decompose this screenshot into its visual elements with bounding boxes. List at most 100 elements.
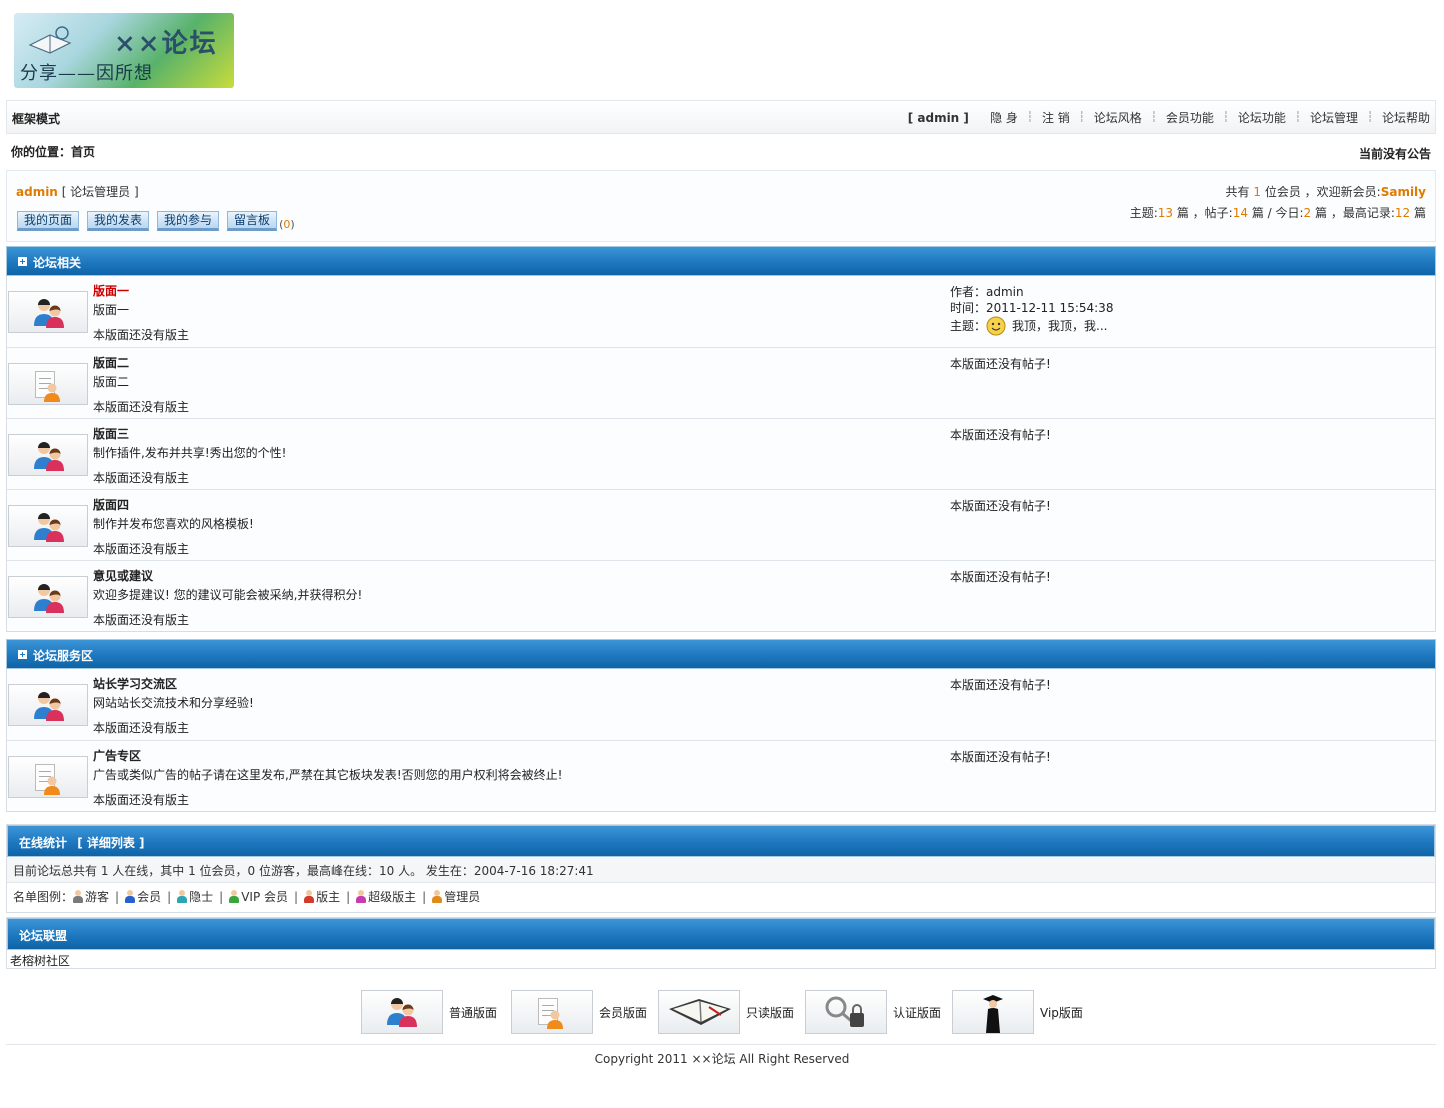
nav-forum-admin[interactable]: 论坛管理 (1310, 109, 1358, 126)
forum-name-link[interactable]: 版面三 (93, 425, 129, 442)
forum-row: 站长学习交流区 网站站长交流技术和分享经验! 本版面还没有版主 本版面还没有帖子… (7, 669, 1435, 740)
legend-separator: | (167, 889, 172, 904)
section-title: 论坛服务区 (33, 649, 94, 663)
online-detail-link[interactable]: [ 详细列表 ] (77, 836, 144, 850)
forum-row: 版面四 制作并发布您喜欢的风格模板! 本版面还没有版主 本版面还没有帖子! (7, 489, 1435, 560)
nav-forum-style[interactable]: 论坛风格 (1094, 109, 1142, 126)
admin-icon (432, 890, 443, 903)
forum-list: 站长学习交流区 网站站长交流技术和分享经验! 本版面还没有版主 本版面还没有帖子… (6, 669, 1436, 812)
section-header[interactable]: 论坛服务区 (6, 639, 1436, 669)
legend-label: Vip版面 (1040, 1006, 1083, 1020)
legend-label: 只读版面 (746, 1006, 795, 1020)
forum-desc: 广告或类似广告的帖子请在这里发布,严禁在其它板块发表!否则您的用户权利将会被终止… (93, 768, 563, 782)
nav-member-functions[interactable]: 会员功能 (1166, 109, 1214, 126)
online-stats: 在线统计 [ 详细列表 ] 目前论坛总共有 1 人在线，其中 1 位会员，0 位… (6, 824, 1436, 913)
nav-separator: ┆ (1294, 112, 1301, 123)
my-participation-button[interactable]: 我的参与 (157, 211, 220, 231)
union-title: 论坛联盟 (19, 929, 68, 943)
forum-union: 论坛联盟 老榕树社区 (6, 917, 1436, 969)
legend-label: 会员版面 (599, 1006, 648, 1020)
forum-moderator: 本版面还没有版主 (93, 400, 190, 414)
legend-vip: VIP 会员 (241, 890, 289, 904)
nav-hide[interactable]: 隐 身 (990, 109, 1018, 126)
breadcrumb[interactable]: 你的位置：首页 (11, 143, 95, 160)
forum-moderator: 本版面还没有版主 (93, 542, 190, 556)
last-post-time: 时间：2011-12-11 15:54:38 (950, 301, 1114, 315)
legend-guest: 游客 (85, 890, 110, 904)
legend-separator: | (219, 889, 224, 904)
vip-member-icon (229, 890, 240, 903)
member-doc-icon (511, 990, 593, 1034)
forum-row: 版面一 版面一 本版面还没有版主 作者：admin 时间：2011-12-11 … (7, 276, 1435, 347)
forum-moderator: 本版面还没有版主 (93, 613, 190, 627)
legend-separator: | (115, 889, 120, 904)
last-post-topic-link[interactable]: 我顶，我顶，我... (1012, 318, 1107, 334)
logo-slogan: 分享——因所想 (20, 63, 153, 84)
collapse-icon[interactable] (18, 650, 27, 659)
users-icon (361, 990, 443, 1034)
smiley-icon (986, 316, 1006, 336)
logo-title: ××论坛 (114, 29, 218, 59)
hermit-icon (177, 890, 188, 903)
user-info: admin [ 论坛管理员 ] (16, 183, 139, 200)
legend-separator: | (346, 889, 351, 904)
post-stats: 主题:13 篇 ，帖子:14 篇 / 今日:2 篇 ，最高记录:12 篇 (1129, 206, 1426, 220)
frame-mode-link[interactable]: 框架模式 (12, 110, 60, 127)
section-forum-service: 论坛服务区 站长学习交流区 网站站长交流技术和分享经验! 本版面还没有版主 本版… (6, 639, 1436, 812)
member-stats: 共有 1 位会员 ，欢迎新会员:Samily (1225, 185, 1426, 199)
key-lock-icon (805, 990, 887, 1034)
top-nav-links: [ admin ] 隐 身 ┆ 注 销 ┆ 论坛风格 ┆ 会员功能 ┆ 论坛功能… (908, 109, 1430, 126)
section-header[interactable]: 论坛相关 (6, 246, 1436, 276)
forum-name-link[interactable]: 版面一 (93, 282, 129, 299)
legend-separator: | (294, 889, 299, 904)
nav-separator: ┆ (1078, 112, 1085, 123)
forum-moderator: 本版面还没有版主 (93, 471, 190, 485)
last-post-author: 作者：admin (950, 285, 1024, 299)
section-forum-related: 论坛相关 版面一 版面一 本版面还没有版主 作者：admin 时间：2011-1… (6, 246, 1436, 632)
users-icon (8, 434, 88, 476)
copyright: Copyright 2011 ××论坛 All Right Reserved (594, 1052, 850, 1066)
online-header: 在线统计 [ 详细列表 ] (7, 825, 1435, 857)
collapse-icon[interactable] (18, 257, 27, 266)
user-legend: 名单图例： 游客 | 会员 | 隐士 | VIP 会员 | 版主 | 超级版主 … (13, 888, 480, 905)
union-link[interactable]: 老榕树社区 (10, 952, 70, 969)
nav-separator: ┆ (1026, 112, 1033, 123)
user-role: [ 论坛管理员 ] (61, 185, 139, 199)
notebook-icon (658, 990, 740, 1034)
forum-desc: 版面二 (93, 375, 130, 389)
forum-row: 版面三 制作插件,发布并共享!秀出您的个性! 本版面还没有版主 本版面还没有帖子… (7, 418, 1435, 489)
forum-desc: 欢迎多提建议! 您的建议可能会被采纳,并获得积分! (93, 588, 363, 602)
forum-logo[interactable]: ××论坛 分享——因所想 (14, 13, 234, 88)
legend-label: 认证版面 (893, 1006, 942, 1020)
my-page-button[interactable]: 我的页面 (17, 211, 80, 231)
book-icon (28, 26, 72, 54)
board-legend: 普通版面 会员版面 只读版面 认证版面 Vip版面 (360, 990, 1090, 1034)
username-link[interactable]: admin (16, 185, 58, 199)
forum-desc: 版面一 (93, 303, 130, 317)
legend-hermit: 隐士 (189, 890, 214, 904)
newest-member-link[interactable]: Samily (1381, 185, 1426, 199)
my-posts-button[interactable]: 我的发表 (87, 211, 150, 231)
no-posts-text: 本版面还没有帖子! (950, 357, 1051, 371)
legend-label: 普通版面 (449, 1006, 498, 1020)
forum-name-link[interactable]: 广告专区 (93, 747, 141, 764)
nav-forum-help[interactable]: 论坛帮助 (1382, 109, 1430, 126)
nav-separator: ┆ (1150, 112, 1157, 123)
nav-user-admin[interactable]: [ admin ] (908, 111, 969, 125)
forum-name-link[interactable]: 版面四 (93, 496, 129, 513)
nav-forum-functions[interactable]: 论坛功能 (1238, 109, 1286, 126)
user-panel: admin [ 论坛管理员 ] 我的页面 我的发表 我的参与 留言板 (0) 共… (6, 170, 1436, 242)
no-posts-text: 本版面还没有帖子! (950, 570, 1051, 584)
online-title: 在线统计 (19, 836, 68, 850)
forum-name-link[interactable]: 站长学习交流区 (93, 675, 177, 692)
forum-row: 版面二 版面二 本版面还没有版主 本版面还没有帖子! (7, 347, 1435, 418)
forum-moderator: 本版面还没有版主 (93, 793, 190, 807)
announcement: 当前没有公告 (1358, 147, 1431, 161)
nav-logout[interactable]: 注 销 (1042, 109, 1070, 126)
forum-name-link[interactable]: 意见或建议 (93, 567, 153, 584)
forum-name-link[interactable]: 版面二 (93, 354, 129, 371)
user-buttons: 我的页面 我的发表 我的参与 留言板 (0) (17, 211, 295, 231)
users-icon (8, 505, 88, 547)
union-header: 论坛联盟 (7, 918, 1435, 950)
message-board-button[interactable]: 留言板 (227, 211, 278, 231)
